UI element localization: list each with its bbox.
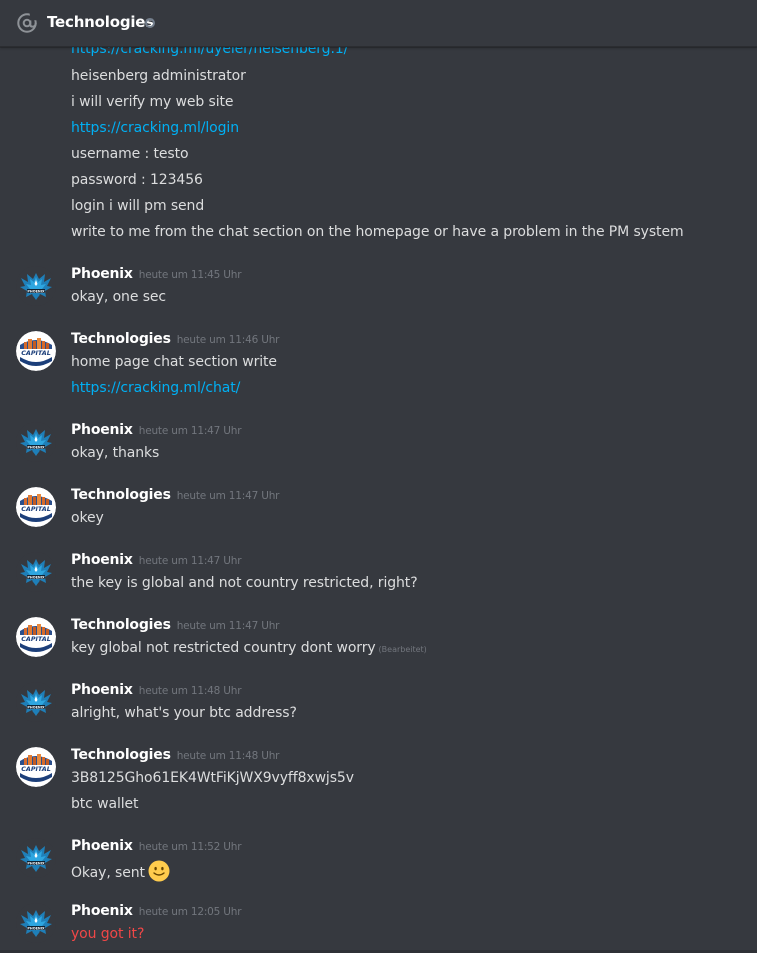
- message-header: Phoenix heute um 11:45 Uhr: [71, 266, 242, 282]
- message-header: Technologies heute um 11:46 Uhr: [71, 331, 279, 347]
- message-text: 3B8125Gho61EK4WtFiKjWX9vyff8xwjs5v: [71, 770, 354, 786]
- message-text: you got it?: [71, 926, 145, 942]
- timestamp: heute um 11:47 Uhr: [138, 425, 242, 437]
- timestamp: heute um 12:05 Uhr: [138, 906, 242, 918]
- message-text: heisenberg administrator: [71, 68, 246, 84]
- message-header: Phoenix heute um 11:52 Uhr: [71, 838, 242, 854]
- avatar-technologies[interactable]: [16, 617, 56, 657]
- author-name[interactable]: Phoenix: [71, 266, 133, 282]
- avatar-phoenix[interactable]: [16, 903, 56, 943]
- avatar-technologies[interactable]: [16, 487, 56, 527]
- message-content: Okay, sent: [71, 860, 170, 882]
- message-content: key global not restricted country dont w…: [71, 639, 427, 659]
- message-header: Phoenix heute um 11:48 Uhr: [71, 682, 242, 698]
- timestamp: heute um 11:46 Uhr: [176, 334, 280, 346]
- avatar-technologies[interactable]: [16, 331, 56, 371]
- slightly-smiling-face-icon[interactable]: [148, 860, 170, 882]
- message-text: okey: [71, 510, 104, 526]
- message-text: Okay, sent: [71, 865, 145, 881]
- timestamp: heute um 11:47 Uhr: [176, 490, 280, 502]
- message-link[interactable]: https://cracking.ml/chat/: [71, 379, 240, 397]
- author-name[interactable]: Phoenix: [71, 682, 133, 698]
- author-name[interactable]: Technologies: [71, 617, 171, 633]
- message-text: btc wallet: [71, 796, 139, 812]
- message-header: Phoenix heute um 12:05 Uhr: [71, 903, 242, 919]
- author-name[interactable]: Phoenix: [71, 838, 133, 854]
- author-name[interactable]: Technologies: [71, 487, 171, 503]
- message-text: okay, one sec: [71, 289, 166, 305]
- channel-title: Technologies: [47, 13, 154, 31]
- message-text: write to me from the chat section on the…: [71, 224, 684, 240]
- author-name[interactable]: Technologies: [71, 747, 171, 763]
- author-name[interactable]: Phoenix: [71, 903, 133, 919]
- edited-label: (Bearbeitet): [378, 645, 427, 654]
- message-text: username : testo: [71, 146, 189, 162]
- avatar-phoenix[interactable]: [16, 682, 56, 722]
- message-header: Phoenix heute um 11:47 Uhr: [71, 422, 242, 438]
- avatar-technologies[interactable]: [16, 747, 56, 787]
- timestamp: heute um 11:48 Uhr: [176, 750, 280, 762]
- channel-header: Technologies: [0, 0, 757, 47]
- message-text: alright, what's your btc address?: [71, 705, 297, 721]
- message-text: the key is global and not country restri…: [71, 575, 418, 591]
- timestamp: heute um 11:45 Uhr: [138, 269, 242, 281]
- offline-status-icon: [145, 18, 155, 28]
- message-header: Phoenix heute um 11:47 Uhr: [71, 552, 242, 568]
- timestamp: heute um 11:47 Uhr: [138, 555, 242, 567]
- message-text: login i will pm send: [71, 198, 205, 214]
- avatar-phoenix[interactable]: [16, 552, 56, 592]
- timestamp: heute um 11:52 Uhr: [138, 841, 242, 853]
- author-name[interactable]: Phoenix: [71, 552, 133, 568]
- author-name[interactable]: Phoenix: [71, 422, 133, 438]
- timestamp: heute um 11:48 Uhr: [138, 685, 242, 697]
- message-text: okay, thanks: [71, 445, 160, 461]
- message-header: Technologies heute um 11:47 Uhr: [71, 487, 279, 503]
- message-header: Technologies heute um 11:47 Uhr: [71, 617, 279, 633]
- avatar-phoenix[interactable]: [16, 422, 56, 462]
- message-text: i will verify my web site: [71, 94, 234, 110]
- avatar-phoenix[interactable]: [16, 266, 56, 306]
- message-text: key global not restricted country dont w…: [71, 640, 376, 656]
- timestamp: heute um 11:47 Uhr: [176, 620, 280, 632]
- message-list[interactable]: https://cracking.ml/uyeler/heisenberg.1/…: [0, 0, 757, 953]
- at-sign-icon: [17, 12, 38, 33]
- author-name[interactable]: Technologies: [71, 331, 171, 347]
- message-text: password : 123456: [71, 172, 203, 188]
- avatar-phoenix[interactable]: [16, 838, 56, 878]
- message-link[interactable]: https://cracking.ml/login: [71, 119, 239, 137]
- message-text: home page chat section write: [71, 354, 277, 370]
- message-header: Technologies heute um 11:48 Uhr: [71, 747, 279, 763]
